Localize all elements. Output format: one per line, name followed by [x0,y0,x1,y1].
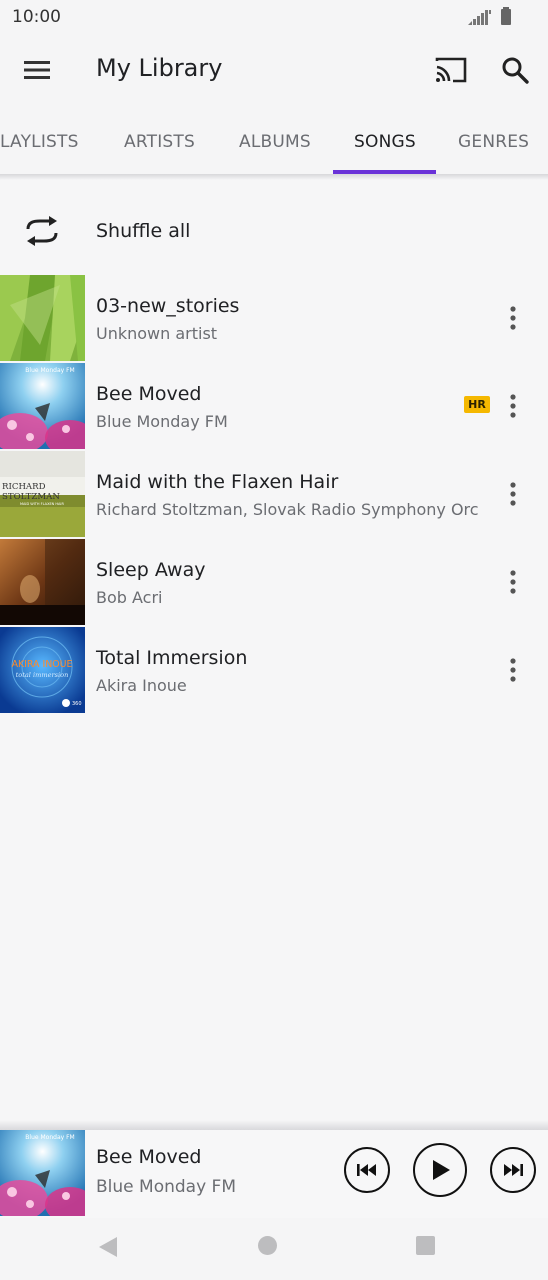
song-artist: Blue Monday FM [96,412,228,431]
play-button[interactable] [413,1143,467,1197]
song-row[interactable]: RICHARD STOLTZMAN MAID WITH FLAXEN HAIR … [0,451,548,537]
song-artist: Richard Stoltzman, Slovak Radio Symphony… [96,500,479,519]
song-row[interactable]: AKIRA INOUE total immersion 360 Total Im… [0,627,548,713]
app-bar: My Library [0,34,548,106]
shuffle-all-label: Shuffle all [96,220,191,242]
tab-playlists[interactable]: LAYLISTS [0,132,79,152]
song-artist: Unknown artist [96,324,218,343]
song-title: Bee Moved [96,383,202,405]
song-title: Sleep Away [96,559,206,581]
now-playing-title: Bee Moved [96,1146,202,1168]
album-art: AKIRA INOUE total immersion 360 [0,627,85,713]
hi-res-badge: HR [464,396,490,413]
album-art: Blue Monday FM [0,363,85,449]
song-row[interactable]: Sleep Away Bob Acri [0,539,548,625]
album-art [0,539,85,625]
play-icon [433,1160,450,1180]
menu-icon[interactable] [22,58,52,82]
album-art-text: total immersion [16,671,69,679]
album-art-text: RICHARD [2,482,46,492]
tab-albums[interactable]: ALBUMS [239,132,311,152]
skip-next-icon [504,1164,523,1176]
tab-artists[interactable]: ARTISTS [124,132,195,152]
cast-icon[interactable] [434,56,468,84]
song-title: Total Immersion [96,647,248,669]
song-row[interactable]: 03-new_stories Unknown artist [0,275,548,361]
song-artist: Akira Inoue [96,676,187,695]
search-icon[interactable] [500,55,530,85]
album-art: RICHARD STOLTZMAN MAID WITH FLAXEN HAIR [0,451,85,537]
song-row[interactable]: Blue Monday FM Bee Moved Blue Monday FM … [0,363,548,449]
back-icon[interactable] [98,1236,118,1258]
shuffle-icon [26,216,58,246]
skip-previous-icon [357,1164,376,1176]
tab-songs[interactable]: SONGS [354,132,416,152]
album-art-text: STOLTZMAN [2,492,60,502]
album-art-text: MAID WITH FLAXEN HAIR [20,502,64,506]
player-divider [0,1120,548,1130]
now-playing-artist: Blue Monday FM [96,1177,236,1197]
tabs-divider [0,174,548,180]
more-options-icon[interactable] [500,657,526,683]
page-title: My Library [96,54,223,82]
now-playing-bar[interactable]: Blue Monday FM Bee Moved Blue Monday FM [0,1130,548,1218]
status-time: 10:00 [12,7,61,27]
next-button[interactable] [490,1147,536,1193]
battery-icon [501,7,511,25]
album-art-text: 360 [72,701,82,707]
tab-genres[interactable]: GENRES [458,132,529,152]
previous-button[interactable] [344,1147,390,1193]
album-art [0,275,85,361]
more-options-icon[interactable] [500,305,526,331]
signal-icon [468,10,491,25]
home-icon[interactable] [258,1236,277,1255]
status-bar: 10:00 [0,0,548,34]
more-options-icon[interactable] [500,393,526,419]
library-tabs: LAYLISTS ARTISTS ALBUMS SONGS GENRES [0,106,548,174]
album-art-text: Blue Monday FM [25,1134,74,1141]
album-art-text: AKIRA INOUE [12,659,73,670]
song-title: 03-new_stories [96,295,240,317]
song-title: Maid with the Flaxen Hair [96,471,339,493]
album-art-text: Blue Monday FM [25,367,74,374]
shuffle-all-button[interactable]: Shuffle all [0,190,548,272]
more-options-icon[interactable] [500,569,526,595]
now-playing-art: Blue Monday FM [0,1130,85,1216]
more-options-icon[interactable] [500,481,526,507]
recent-apps-icon[interactable] [416,1236,435,1255]
system-nav-bar [0,1218,548,1280]
song-artist: Bob Acri [96,588,163,607]
